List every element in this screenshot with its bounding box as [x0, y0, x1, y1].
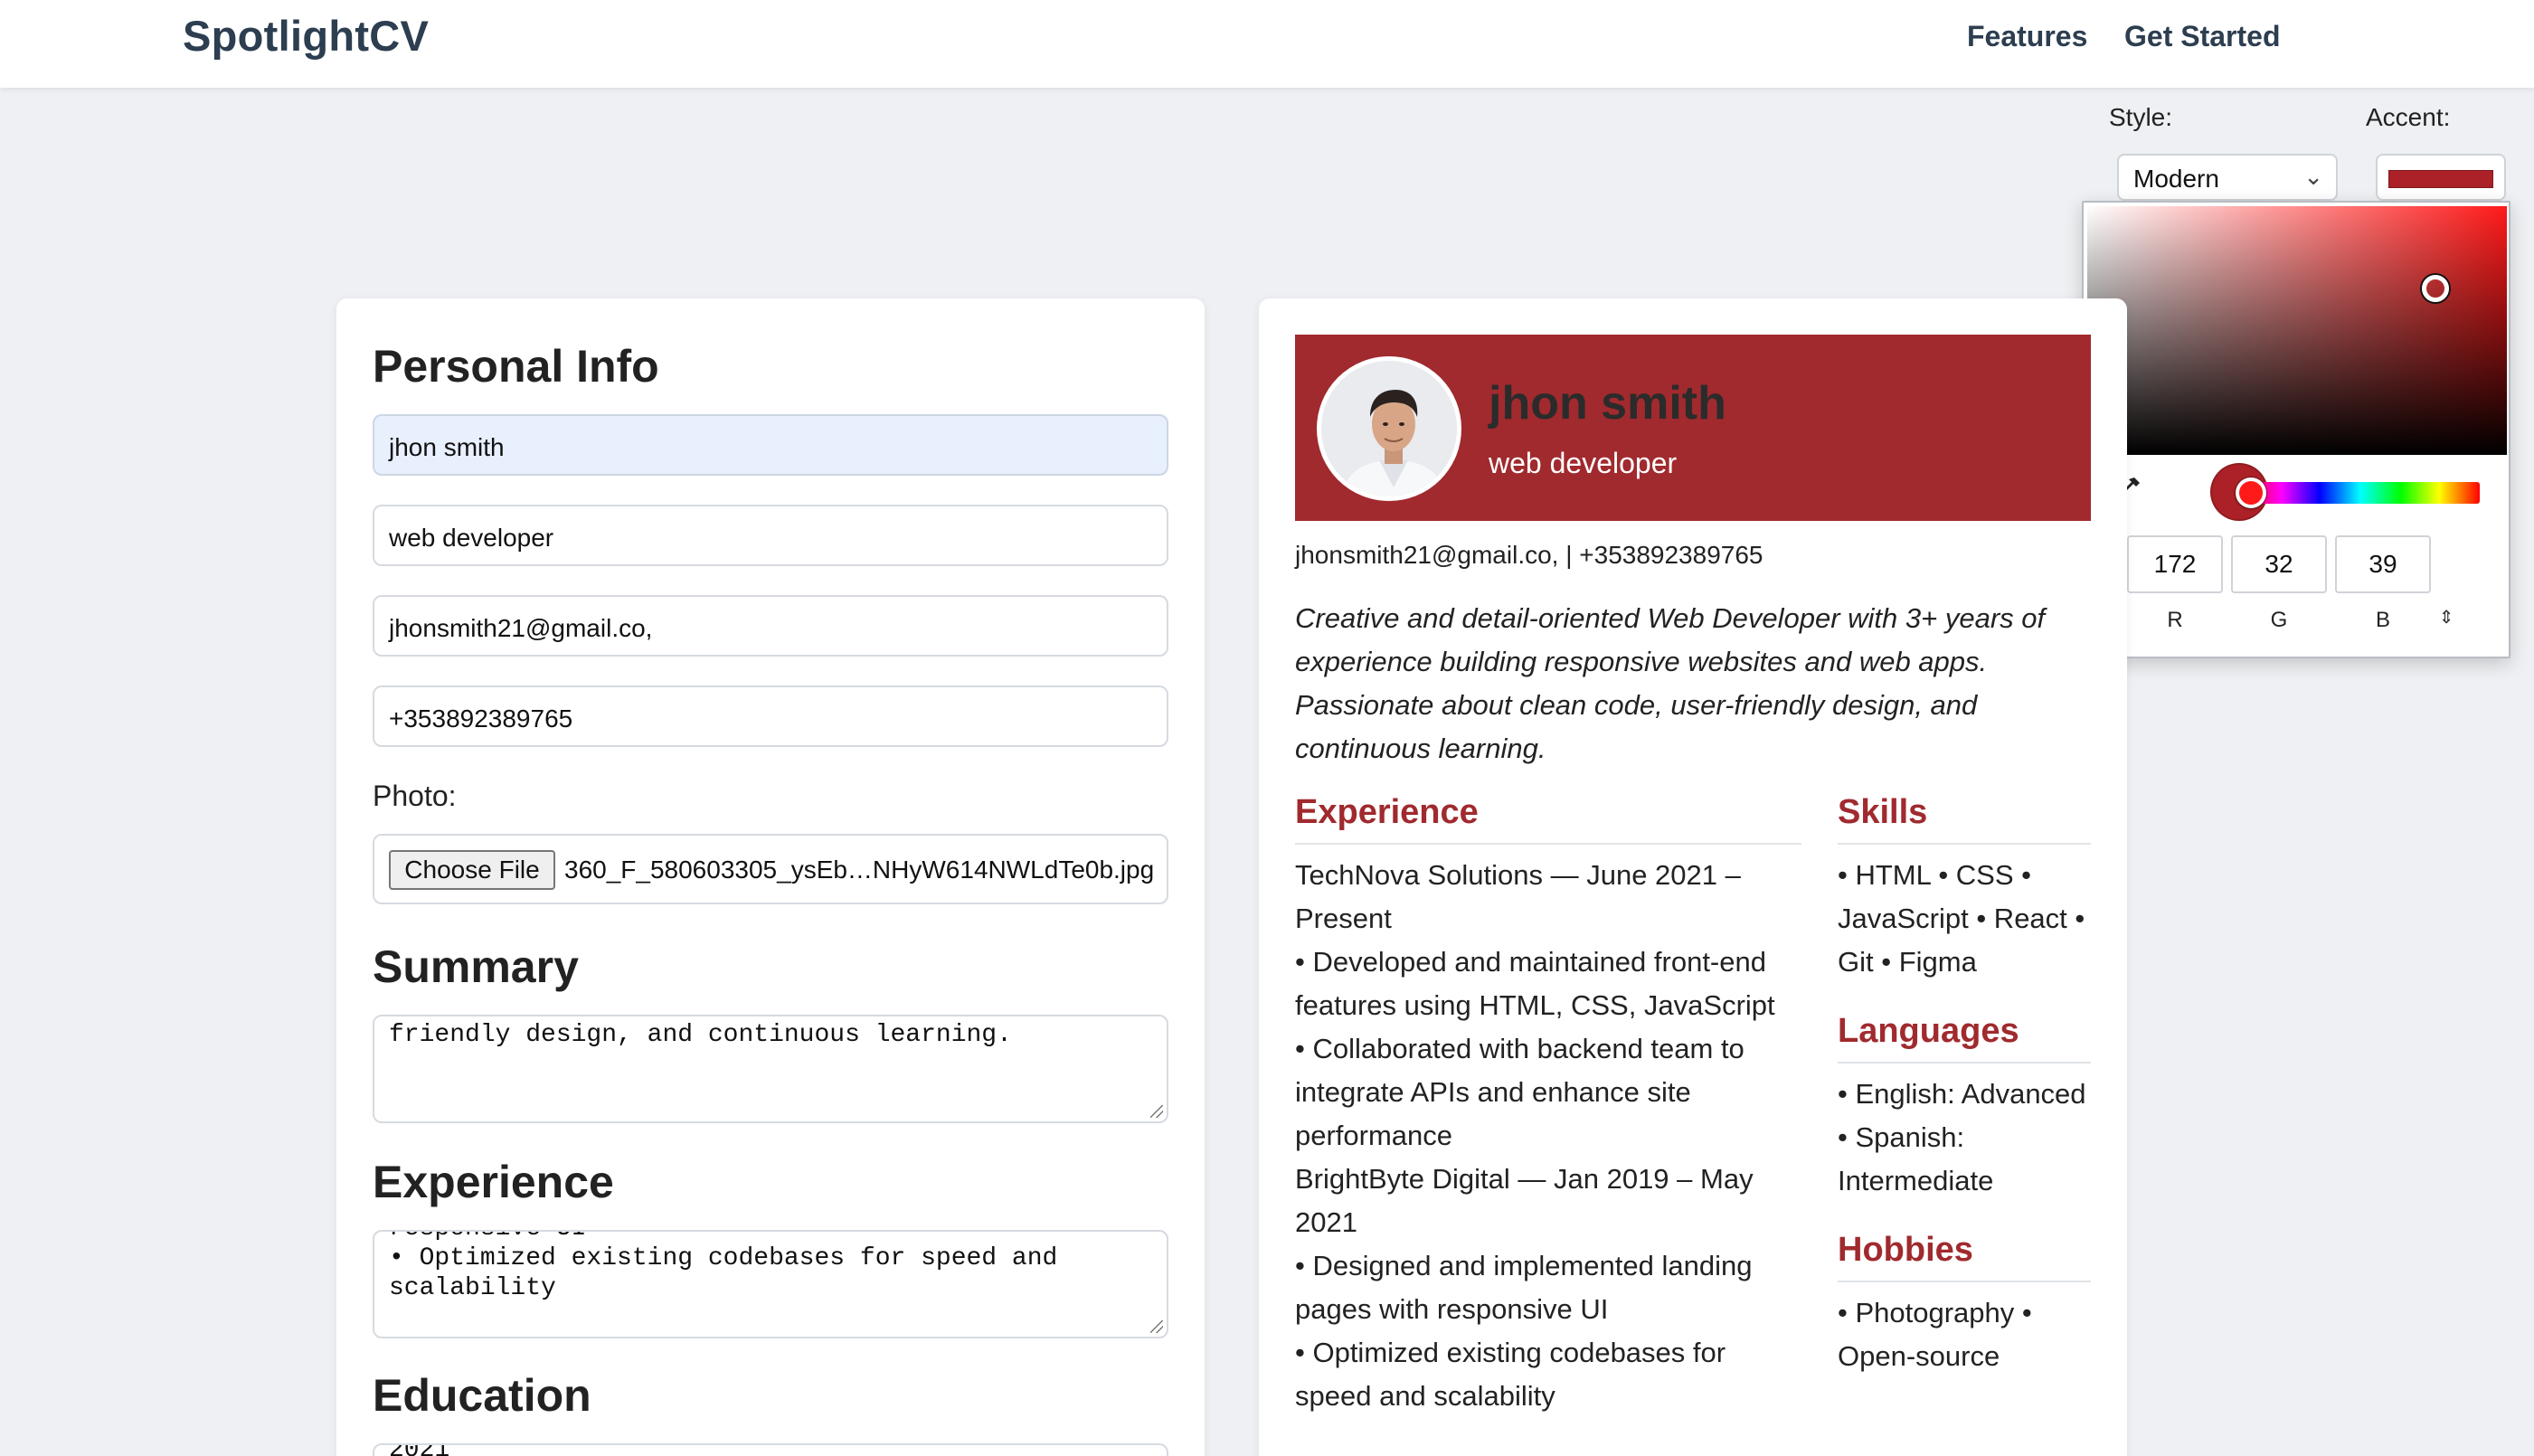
saturation-value-handle[interactable]: [2422, 275, 2449, 302]
cv-preview-panel: jhon smith web developer jhonsmith21@gma…: [1259, 298, 2127, 1456]
summary-heading: Summary: [373, 941, 579, 992]
green-label: G: [2270, 608, 2288, 632]
top-navbar: SpotlightCV Features Get Started: [0, 0, 2534, 88]
summary-text: friendly design, and continuous learning…: [389, 1021, 1012, 1049]
photo-label: Photo:: [373, 780, 457, 812]
email-field[interactable]: jhonsmith21@gmail.co,: [373, 595, 1168, 657]
cv-experience-line: • Optimized existing codebases for speed…: [1295, 1337, 1726, 1412]
accent-color-input[interactable]: [2376, 154, 2506, 201]
cv-contact: jhonsmith21@gmail.co, | +353892389765: [1295, 541, 1763, 569]
name-field[interactable]: jhon smith: [373, 414, 1168, 476]
summary-textarea[interactable]: friendly design, and continuous learning…: [373, 1015, 1168, 1123]
cv-header-banner: jhon smith web developer: [1295, 335, 2091, 521]
nav-features-link[interactable]: Features: [1967, 20, 2087, 53]
style-select[interactable]: Modern ⌄: [2117, 154, 2338, 201]
form-panel: Personal Info jhon smith web developer j…: [336, 298, 1205, 1456]
chevron-down-icon: ⌄: [2303, 163, 2323, 190]
cv-language-item: • English: Advanced: [1838, 1078, 2086, 1110]
cv-experience-heading: Experience: [1295, 790, 1801, 845]
experience-textarea[interactable]: responsive UI • Optimized existing codeb…: [373, 1230, 1168, 1338]
cv-hobbies-heading: Hobbies: [1838, 1228, 2091, 1282]
red-value-input[interactable]: 172: [2127, 535, 2223, 593]
education-textarea[interactable]: 2021: [373, 1443, 1168, 1456]
blue-label: B: [2375, 608, 2390, 632]
cv-skills: • HTML • CSS • JavaScript • React • Git …: [1838, 859, 2085, 978]
education-heading: Education: [373, 1370, 591, 1421]
hue-slider-handle[interactable]: [2236, 477, 2266, 508]
job-title-field[interactable]: web developer: [373, 505, 1168, 566]
green-value-input[interactable]: 32: [2231, 535, 2327, 593]
cv-languages-heading: Languages: [1838, 1009, 2091, 1064]
up-down-arrows-icon[interactable]: ⇕: [2433, 606, 2460, 633]
file-name: 360_F_580603305_ysEb…NHyW614NWLdTe0b.jpg: [564, 856, 1155, 884]
cv-hobbies: • Photography • Open-source: [1838, 1297, 2032, 1372]
experience-clipped-line: responsive UI: [389, 1232, 1152, 1243]
resize-grip-icon[interactable]: [1150, 1320, 1163, 1333]
cv-role: web developer: [1489, 447, 1678, 479]
cv-name: jhon smith: [1489, 377, 1726, 430]
photo-file-input[interactable]: Choose File 360_F_580603305_ysEb…NHyW614…: [373, 834, 1168, 904]
education-text: 2021: [389, 1445, 449, 1456]
experience-heading: Experience: [373, 1157, 614, 1207]
hue-slider[interactable]: [2241, 482, 2480, 504]
style-label: Style:: [2109, 103, 2173, 131]
choose-file-button[interactable]: Choose File: [389, 850, 555, 890]
cv-summary: Creative and detail-oriented Web Develop…: [1295, 602, 2046, 764]
saturation-value-area[interactable]: [2087, 206, 2507, 455]
cv-experience-line: • Developed and maintained front-end fea…: [1295, 946, 1775, 1021]
cv-experience-line: • Collaborated with backend team to inte…: [1295, 1033, 1744, 1151]
nav-get-started-link[interactable]: Get Started: [2124, 20, 2280, 53]
cv-experience-line: BrightByte Digital — Jan 2019 – May 2021: [1295, 1163, 1754, 1238]
blue-value-input[interactable]: 39: [2335, 535, 2431, 593]
cv-skills-heading: Skills: [1838, 790, 2091, 845]
experience-text: • Optimized existing codebases for speed…: [389, 1244, 1058, 1302]
profile-photo: [1317, 356, 1461, 501]
accent-color-swatch: [2388, 170, 2493, 188]
cv-language-item: • Spanish: Intermediate: [1838, 1121, 1994, 1196]
phone-field[interactable]: +353892389765: [373, 685, 1168, 747]
cv-experience-line: • Designed and implemented landing pages…: [1295, 1250, 1753, 1325]
resize-grip-icon[interactable]: [1150, 1105, 1163, 1118]
app-logo[interactable]: SpotlightCV: [183, 11, 429, 61]
personal-info-heading: Personal Info: [373, 341, 659, 392]
color-picker-popover: 172 32 39 R G B ⇕: [2082, 201, 2510, 658]
cv-side-column: Skills • HTML • CSS • JavaScript • React…: [1838, 790, 2091, 1378]
red-label: R: [2167, 608, 2183, 632]
cv-experience-column: Experience TechNova Solutions — June 202…: [1295, 790, 1801, 1418]
cv-experience-line: TechNova Solutions — June 2021 – Present: [1295, 859, 1741, 934]
style-select-value: Modern: [2133, 165, 2219, 193]
accent-label: Accent:: [2366, 103, 2451, 131]
